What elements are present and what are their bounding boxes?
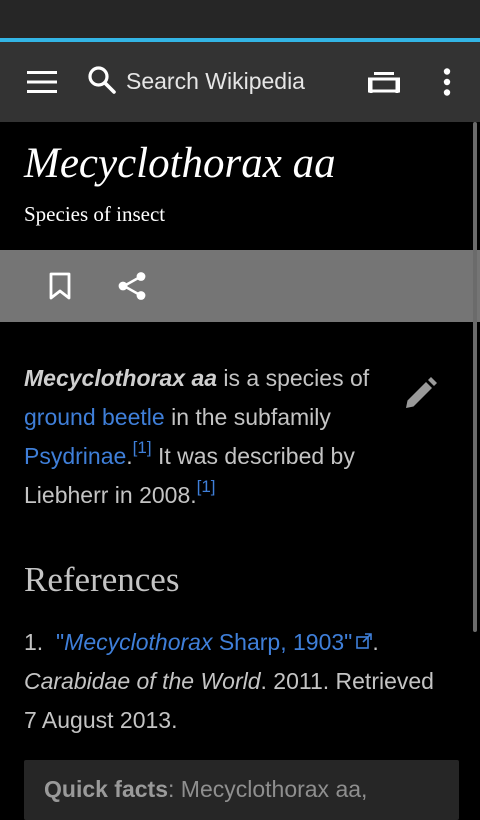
- magnifier-icon[interactable]: [84, 62, 120, 98]
- reference-item: 1. "Mecyclothorax Sharp, 1903". Carabidae…: [24, 622, 444, 740]
- external-link-icon[interactable]: [356, 622, 373, 661]
- reference-work: Carabidae of the World: [24, 668, 261, 694]
- overflow-menu-icon[interactable]: [432, 62, 462, 102]
- lead-text: .: [126, 443, 133, 469]
- quick-facts-box[interactable]: Quick facts: Mecyclothorax aa,: [24, 760, 459, 820]
- pencil-icon[interactable]: [400, 374, 440, 414]
- citation-link[interactable]: [1]: [197, 477, 216, 496]
- article-action-bar: [0, 250, 480, 322]
- article-lead-paragraph: Mecyclothorax aa is a species of ground …: [24, 359, 396, 515]
- search-wikipedia-field[interactable]: Search Wikipedia: [126, 64, 305, 98]
- reference-number: 1.: [24, 629, 44, 655]
- reference-link-italic: Mecyclothorax: [64, 629, 213, 655]
- status-bar: [0, 0, 480, 38]
- tabs-icon[interactable]: [364, 62, 404, 102]
- references-heading: References: [24, 560, 180, 599]
- toolbar: Search Wikipedia: [0, 42, 480, 122]
- quick-facts-text: : Mecyclothorax aa,: [168, 776, 368, 802]
- page-title: Mecyclothorax aa: [24, 140, 336, 187]
- bookmark-icon[interactable]: [40, 266, 80, 306]
- reference-link-text: Sharp, 1903": [212, 629, 353, 655]
- page-subtitle: Species of insect: [24, 202, 166, 226]
- page-scrollbar[interactable]: [473, 122, 477, 632]
- link-psydrinae[interactable]: Psydrinae: [24, 443, 126, 469]
- citation-link[interactable]: [1]: [133, 438, 152, 457]
- reference-link-quote: ": [56, 629, 65, 655]
- lead-text: in the subfamily: [164, 404, 331, 430]
- lead-term: Mecyclothorax aa: [24, 365, 218, 391]
- link-ground-beetle[interactable]: ground beetle: [24, 404, 165, 430]
- references-list: 1. "Mecyclothorax Sharp, 1903". Carabidae…: [24, 622, 444, 740]
- quick-facts-label: Quick facts: [44, 776, 168, 802]
- share-icon[interactable]: [112, 266, 152, 306]
- lead-text: is a species of: [217, 365, 370, 391]
- article-header: Mecyclothorax aa Species of insect: [0, 122, 480, 250]
- reference-text: .: [372, 629, 379, 655]
- reference-link[interactable]: "Mecyclothorax Sharp, 1903": [56, 629, 352, 655]
- hamburger-menu-icon[interactable]: [22, 62, 62, 102]
